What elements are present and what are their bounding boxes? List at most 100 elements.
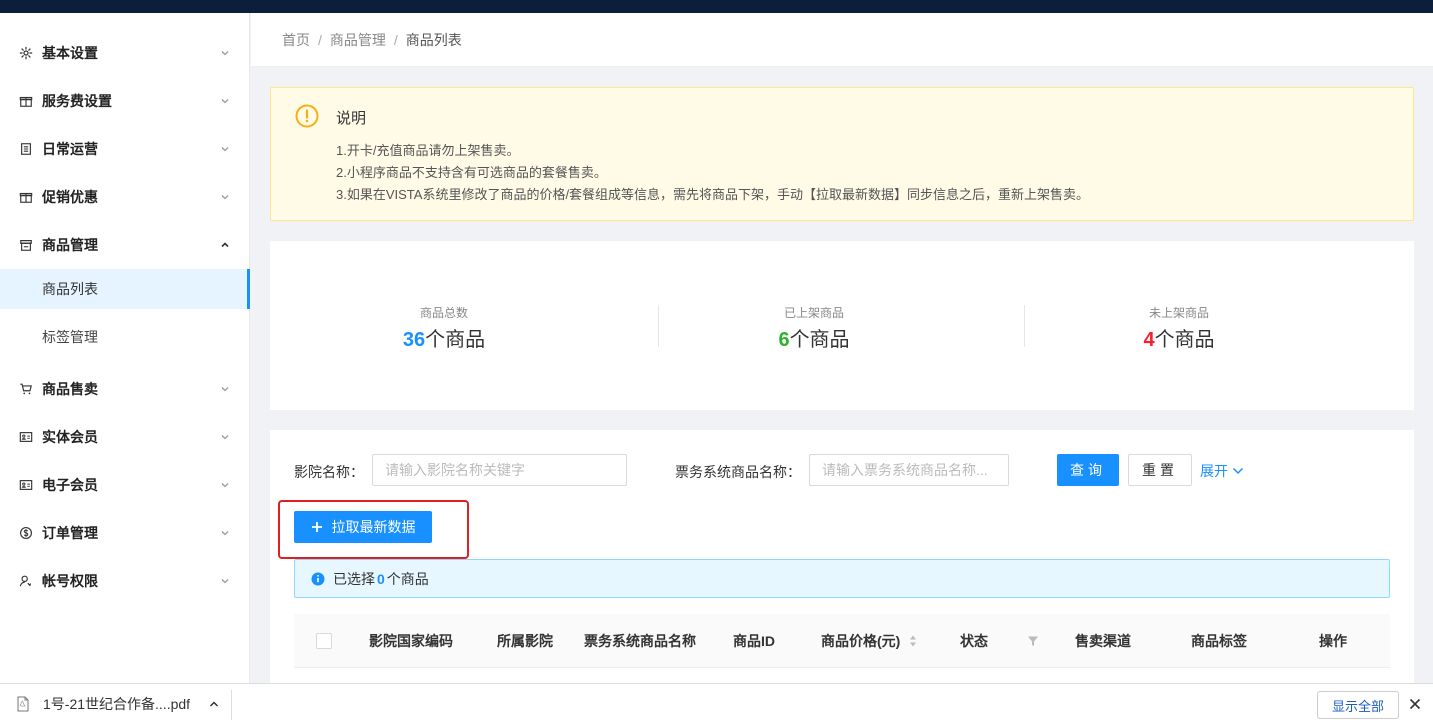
product-name-input[interactable]: 请输入票务系统商品名称...: [809, 454, 1009, 486]
close-icon[interactable]: [1408, 697, 1422, 711]
sidebar-item-promotions[interactable]: 促销优惠: [0, 173, 249, 221]
stat-label: 商品总数: [419, 306, 468, 320]
download-file-name: 1号-21世纪合作备....pdf: [43, 696, 191, 712]
gear-icon: [18, 45, 34, 61]
column-header: 商品标签: [1191, 633, 1247, 649]
gift-icon: [18, 93, 34, 109]
notice-box: 说明 1.开卡/充值商品请勿上架售卖。 2.小程序商品不支持含有可选商品的套餐售…: [270, 87, 1414, 221]
sidebar-item-daily-ops[interactable]: 日常运营: [0, 125, 249, 173]
stat-number: 36: [402, 329, 426, 351]
sidebar-item-label: 日常运营: [42, 141, 98, 157]
column-header: 票务系统商品名称: [584, 633, 696, 649]
stat-value: 36个商品: [314, 323, 574, 352]
sidebar-item-basic-settings[interactable]: 基本设置: [0, 29, 249, 77]
notice-lines: 1.开卡/充值商品请勿上架售卖。 2.小程序商品不支持含有可选商品的套餐售卖。 …: [336, 140, 1089, 206]
column-header: 售卖渠道: [1075, 633, 1131, 649]
chevron-up-icon: [221, 242, 229, 248]
sort-icon[interactable]: [908, 634, 918, 648]
stat-unit: 个商品: [789, 329, 850, 351]
pull-latest-data-button[interactable]: 拉取最新数据: [294, 511, 432, 543]
sidebar-subitem-product-list[interactable]: 商品列表: [0, 269, 250, 309]
member-card-icon: [18, 477, 34, 493]
sidebar-item-label: 帐号权限: [42, 573, 98, 589]
clipboard-icon: [18, 141, 34, 157]
stat-divider: [1024, 305, 1025, 347]
sidebar-item-label: 商品管理: [42, 237, 98, 253]
expand-label: 展开: [1200, 463, 1228, 479]
download-bar-divider: [231, 690, 232, 720]
sidebar-item-product-management[interactable]: 商品管理: [0, 221, 249, 269]
pdf-file-icon: [17, 696, 29, 712]
stat-number: 6: [778, 329, 790, 351]
sidebar-item-service-fee[interactable]: 服务费设置: [0, 77, 249, 125]
chevron-down-icon: [221, 387, 229, 392]
notice-title: 说明: [336, 110, 367, 127]
store-icon: [18, 237, 34, 253]
user-key-icon: [18, 573, 34, 589]
table-header: 影院国家编码 所属影院 票务系统商品名称 商品ID 商品价格(元) 状态 售卖渠…: [294, 614, 1390, 668]
sidebar-subitem-label: 标签管理: [42, 329, 98, 345]
breadcrumb-separator: /: [393, 31, 398, 48]
stat-divider: [658, 305, 659, 347]
breadcrumb: 首页 / 商品管理 / 商品列表: [251, 13, 1433, 67]
sidebar-item-label: 实体会员: [42, 429, 98, 445]
column-header-sortable[interactable]: 商品价格(元): [821, 631, 918, 651]
chevron-up-icon[interactable]: [208, 698, 220, 710]
show-all-downloads-button[interactable]: 显示全部: [1317, 691, 1399, 719]
plus-icon: [311, 522, 322, 532]
stat-unit: 个商品: [425, 329, 486, 351]
stat-value: 4个商品: [1049, 323, 1309, 352]
sidebar-item-order-management[interactable]: 订单管理: [0, 509, 249, 557]
stat-unlisted-products: 未上架商品 4个商品: [1049, 304, 1309, 352]
chevron-down-icon: [221, 579, 229, 584]
column-header-label: 商品价格(元): [821, 633, 901, 649]
breadcrumb-section[interactable]: 商品管理: [330, 30, 386, 50]
top-header-bar: [0, 0, 1433, 13]
chevron-down-icon: [221, 51, 229, 56]
notice-line: 3.如果在VISTA系统里修改了商品的价格/套餐组成等信息，需先将商品下架，手动…: [336, 187, 1090, 202]
main-content: 首页 / 商品管理 / 商品列表 说明 1.开卡/充值商品请勿上架售卖。 2.小…: [251, 13, 1433, 690]
filter-icon[interactable]: [1027, 635, 1039, 647]
select-all-checkbox[interactable]: [316, 633, 332, 649]
stat-total-products: 商品总数 36个商品: [314, 304, 574, 352]
breadcrumb-separator: /: [318, 31, 322, 48]
column-header: 商品ID: [733, 633, 775, 649]
query-button[interactable]: 查询: [1057, 454, 1119, 486]
chevron-down-icon: [221, 147, 229, 152]
stats-card: 商品总数 36个商品 已上架商品 6个商品 未上架商品 4个商品: [270, 241, 1414, 410]
selection-prefix: 已选择: [333, 570, 375, 587]
sidebar-item-product-sales[interactable]: 商品售卖: [0, 365, 249, 413]
column-header: 操作: [1319, 633, 1347, 649]
cinema-name-input[interactable]: 请输入影院名称关键字: [372, 454, 627, 486]
stat-value: 6个商品: [684, 323, 944, 352]
notice-line: 1.开卡/充值商品请勿上架售卖。: [336, 143, 520, 158]
product-list-panel: 影院名称： 请输入影院名称关键字 票务系统商品名称： 请输入票务系统商品名称..…: [270, 430, 1414, 690]
sidebar-item-physical-member[interactable]: 实体会员: [0, 413, 249, 461]
sidebar-subitem-tag-management[interactable]: 标签管理: [0, 309, 249, 365]
download-item[interactable]: 1号-21世纪合作备....pdf: [16, 694, 220, 714]
sidebar-item-e-member[interactable]: 电子会员: [0, 461, 249, 509]
sidebar: 基本设置 服务费设置 日常运营 促销优惠 商品管理 商品列表 标签管理 商品售卖…: [0, 13, 250, 683]
chevron-down-icon: [221, 195, 229, 200]
breadcrumb-home[interactable]: 首页: [282, 30, 310, 50]
stat-label: 已上架商品: [783, 306, 844, 320]
chevron-down-icon: [221, 483, 229, 488]
column-header: 状态: [960, 633, 988, 649]
notice-line: 2.小程序商品不支持含有可选商品的套餐售卖。: [336, 165, 607, 180]
dollar-icon: [18, 525, 34, 541]
sidebar-item-account-permissions[interactable]: 帐号权限: [0, 557, 249, 605]
chevron-down-icon: [221, 531, 229, 536]
cart-icon: [18, 381, 34, 397]
pull-latest-data-label: 拉取最新数据: [331, 519, 416, 535]
chevron-down-icon: [221, 99, 229, 104]
stat-unit: 个商品: [1154, 329, 1215, 351]
breadcrumb-current: 商品列表: [405, 31, 462, 48]
expand-filters-link[interactable]: 展开: [1200, 461, 1245, 481]
sidebar-item-label: 基本设置: [42, 45, 98, 61]
browser-download-bar: 1号-21世纪合作备....pdf 显示全部: [0, 683, 1433, 720]
sidebar-item-label: 商品售卖: [42, 381, 98, 397]
sidebar-item-label: 订单管理: [42, 525, 98, 541]
gift-icon: [18, 189, 34, 205]
chevron-down-icon: [1232, 467, 1244, 475]
reset-button[interactable]: 重置: [1128, 454, 1192, 486]
